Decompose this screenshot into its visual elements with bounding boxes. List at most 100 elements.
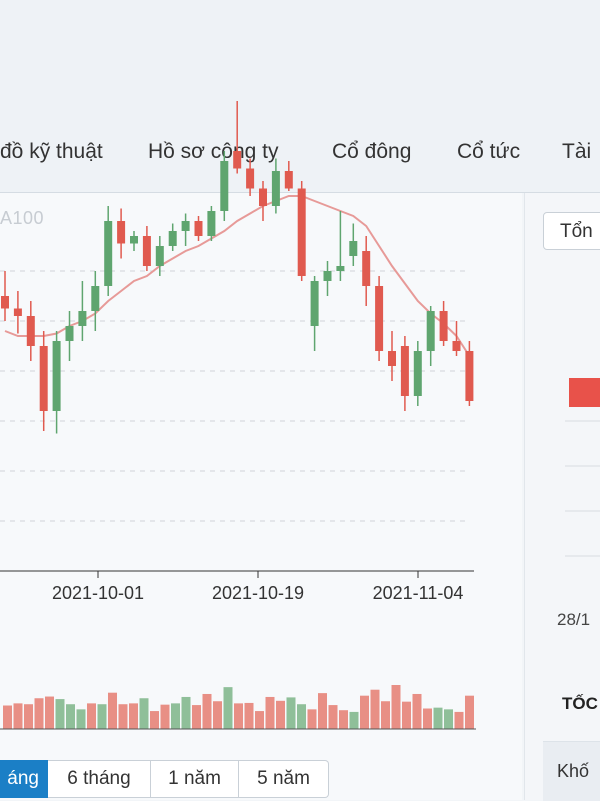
volume-bar <box>454 711 464 729</box>
candle-body <box>104 221 113 286</box>
volume-bar <box>349 711 359 729</box>
volume-bar <box>66 704 75 729</box>
ma-line-layer <box>4 195 471 357</box>
volume-bar <box>244 702 254 729</box>
candle-body <box>310 281 319 326</box>
candle-body <box>207 211 216 236</box>
candles <box>1 101 474 434</box>
candle-body <box>259 188 267 206</box>
volume-bar <box>465 695 474 729</box>
x-tick-label: 2021-10-19 <box>212 583 304 603</box>
x-axis-ticks: 2021-10-01 2021-10-19 2021-11-04 <box>52 571 463 603</box>
volume-bar <box>370 689 380 729</box>
volume-bar <box>318 693 327 729</box>
volume-bar <box>129 703 138 729</box>
volume-bar <box>13 703 23 729</box>
candle-body <box>452 341 461 351</box>
range-6-months-button[interactable]: 6 tháng <box>48 760 151 798</box>
volume-bar <box>255 711 264 729</box>
volume-bar <box>328 705 338 729</box>
range-month-button[interactable]: áng <box>0 760 48 798</box>
candle-body <box>52 341 61 411</box>
candle-body <box>388 351 396 366</box>
right-panel-graphics <box>565 378 600 557</box>
volume-bar <box>433 707 443 729</box>
volume-bar <box>139 698 149 729</box>
candle-body <box>271 171 280 206</box>
candle-body <box>323 271 332 281</box>
candle-body <box>26 316 35 346</box>
candle-body <box>142 236 151 266</box>
candle-body <box>130 236 138 244</box>
candle-body <box>220 161 229 211</box>
range-1-year-button[interactable]: 1 năm <box>151 760 239 798</box>
candle-body <box>78 311 87 326</box>
ma-line <box>4 195 471 357</box>
volume-bar <box>412 693 422 729</box>
candle-body <box>13 308 22 316</box>
candle-body <box>336 266 345 271</box>
x-tick-label: 2021-11-04 <box>373 583 464 603</box>
candle-body <box>426 311 435 351</box>
candle-body <box>375 286 384 351</box>
volume-bar <box>381 701 390 729</box>
range-5-years-button[interactable]: 5 năm <box>239 760 329 798</box>
volume-bar <box>160 704 170 729</box>
volume-bar <box>181 696 191 729</box>
candle-body <box>194 221 203 236</box>
right-panel-bar <box>569 378 600 407</box>
volume-bar <box>213 701 222 729</box>
candle-body <box>349 241 358 256</box>
volume-bar <box>360 695 369 729</box>
volume-bar <box>234 703 243 729</box>
volume-bar <box>3 705 12 729</box>
right-panel-row-label: Khố <box>557 761 590 781</box>
volume-bar <box>223 687 233 729</box>
volume-bar <box>76 709 86 729</box>
time-range-selector: áng 6 tháng 1 năm 5 năm <box>0 760 329 798</box>
volume-bar <box>34 698 44 729</box>
candle-body <box>297 188 306 276</box>
x-tick-label: 2021-10-01 <box>52 583 144 603</box>
candle-body <box>168 231 177 246</box>
volume-bar <box>45 696 54 729</box>
price-chart[interactable]: 2021-10-01 2021-10-19 2021-11-04 <box>0 0 600 800</box>
candle-body <box>246 168 255 189</box>
volume-bar <box>339 710 348 729</box>
volume-bar <box>24 704 33 729</box>
volume-bar <box>192 705 201 729</box>
candle-body <box>117 221 126 244</box>
volume-bar <box>423 708 432 729</box>
volume-bar <box>402 701 411 729</box>
volume-bar <box>391 685 401 729</box>
volume-bar <box>118 704 128 729</box>
grid-lines <box>0 270 470 522</box>
candle-body <box>91 286 100 311</box>
volume-bars <box>3 685 474 729</box>
candle-body <box>65 326 74 341</box>
volume-bar <box>97 704 107 729</box>
volume-bar <box>276 700 285 729</box>
candle-body <box>400 346 409 396</box>
volume-bar <box>307 709 317 729</box>
candle-body <box>181 221 190 231</box>
volume-bar <box>202 693 212 729</box>
candle-body <box>465 351 474 401</box>
candle-body <box>1 296 9 309</box>
right-panel-section-title: TỐC <box>562 694 598 713</box>
volume-bar <box>444 709 453 729</box>
candle-body <box>413 351 422 396</box>
volume-bar <box>265 696 275 729</box>
volume-bar <box>171 703 180 729</box>
candle-body <box>284 171 293 189</box>
candle-body <box>233 151 242 169</box>
candle-body <box>39 346 48 411</box>
volume-bar <box>150 711 159 729</box>
candle-body <box>362 251 371 286</box>
volume-bar <box>55 699 65 729</box>
volume-bar <box>108 692 117 729</box>
volume-bar <box>297 704 306 729</box>
volume-bar <box>87 703 96 729</box>
right-panel-date-label: 28/1 <box>557 610 591 629</box>
right-panel-select[interactable]: Tổn <box>543 212 600 250</box>
